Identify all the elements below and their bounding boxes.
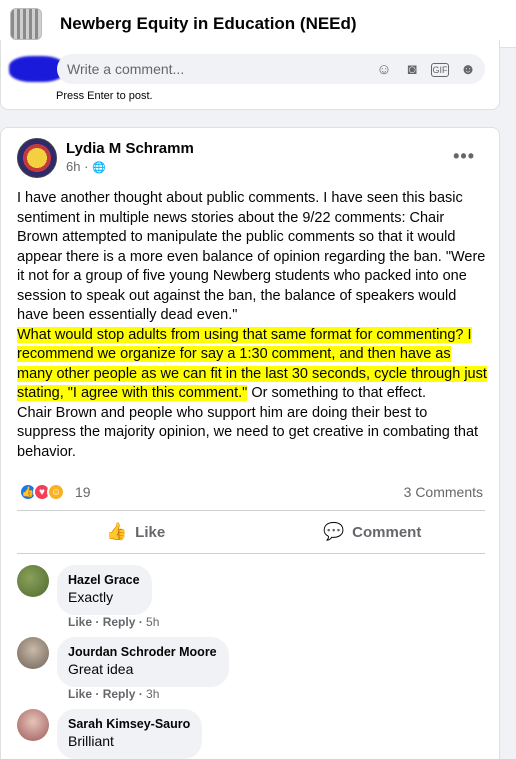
post-author[interactable]: Lydia M Schramm — [66, 140, 194, 157]
commenter-avatar[interactable] — [17, 709, 49, 741]
comment-button[interactable]: 💬 Comment — [323, 522, 421, 542]
comment-time[interactable]: 3h — [146, 687, 159, 701]
comment-bubble: Jourdan Schroder Moore Great idea — [57, 637, 229, 687]
more-options-icon[interactable]: ••• — [453, 146, 475, 167]
gif-icon[interactable]: GIF — [431, 62, 449, 77]
commenter-name[interactable]: Hazel Grace — [68, 572, 140, 588]
group-thumbnail[interactable] — [10, 7, 42, 40]
comment-text: Great idea — [68, 661, 134, 677]
comment-composer-card: ☺ ◙ GIF ☻ Press Enter to post. — [0, 40, 500, 110]
comment-like-link[interactable]: Like — [68, 615, 92, 629]
comment-text: Exactly — [68, 589, 114, 605]
comment-time[interactable]: 5h — [146, 615, 159, 629]
comment-like-link[interactable]: Like — [68, 687, 92, 701]
post-paragraph-3: Chair Brown and people who support him a… — [17, 404, 479, 460]
camera-icon[interactable]: ◙ — [403, 61, 421, 78]
post-card: Lydia M Schramm 6h · 🌐 ••• I have anothe… — [0, 127, 500, 759]
like-button[interactable]: 👍 Like — [106, 522, 165, 542]
comment-actions: Like · Reply · 5h — [68, 615, 160, 629]
comment-composer[interactable]: ☺ ◙ GIF ☻ — [57, 54, 485, 84]
composer-icons: ☺ ◙ GIF ☻ — [375, 61, 477, 78]
commenter-avatar[interactable] — [17, 637, 49, 669]
commenter-avatar[interactable] — [17, 565, 49, 597]
comment-icon: 💬 — [323, 522, 345, 541]
comment-reply-link[interactable]: Reply — [103, 615, 136, 629]
post-text: I have another thought about public comm… — [17, 189, 489, 462]
comment-bubble: Hazel Grace Exactly — [57, 565, 152, 615]
globe-icon: 🌐 — [92, 162, 106, 174]
care-reaction-icon: ☺ — [47, 483, 65, 501]
author-avatar[interactable] — [17, 138, 57, 178]
post-paragraph-1: I have another thought about public comm… — [17, 190, 486, 323]
comment-reply-link[interactable]: Reply — [103, 687, 136, 701]
emoji-icon[interactable]: ☺ — [375, 61, 393, 78]
divider — [17, 553, 485, 554]
comment-input[interactable] — [67, 61, 367, 77]
reactions-summary[interactable]: 👍 ♥ ☺ 19 — [19, 483, 91, 501]
comment-actions: Like · Reply · 3h — [68, 687, 160, 701]
press-enter-hint: Press Enter to post. — [56, 90, 153, 102]
comment-text: Brilliant — [68, 733, 114, 749]
post-timestamp[interactable]: 6h · 🌐 — [66, 159, 106, 174]
divider — [17, 510, 485, 511]
reaction-count: 19 — [75, 484, 91, 500]
sticker-icon[interactable]: ☻ — [459, 61, 477, 78]
post-paragraph-2-tail: Or something to that effect. — [247, 385, 426, 401]
post-time-text: 6h · — [66, 159, 89, 174]
commenter-name[interactable]: Jourdan Schroder Moore — [68, 644, 217, 660]
group-name[interactable]: Newberg Equity in Education (NEEd) — [60, 14, 357, 34]
comment-label: Comment — [352, 523, 422, 541]
comment-bubble: Sarah Kimsey-Sauro Brilliant — [57, 709, 203, 759]
like-icon: 👍 — [106, 522, 128, 541]
like-label: Like — [135, 523, 166, 541]
comment-count[interactable]: 3 Comments — [404, 484, 483, 500]
commenter-name[interactable]: Sarah Kimsey-Sauro — [68, 716, 190, 732]
